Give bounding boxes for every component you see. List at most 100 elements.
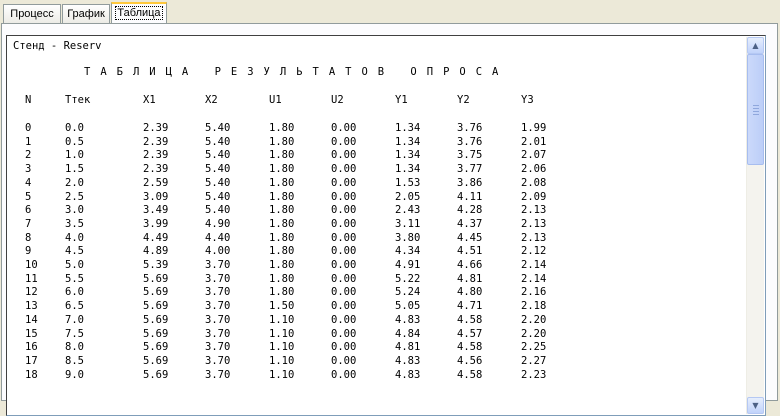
table-row: 3 1.5 2.39 5.40 1.80 0.00 1.34 3.77 2.06 xyxy=(13,162,713,176)
table-cell: 4 xyxy=(25,176,32,189)
table-cell: 5.0 xyxy=(65,259,84,271)
table-cell: 3.86 xyxy=(457,176,483,189)
table-cell: 1.34 xyxy=(395,135,421,148)
table-cell: 5.40 xyxy=(205,149,231,162)
table-cell: 0.00 xyxy=(331,354,357,367)
table-cell: 4.11 xyxy=(457,190,483,203)
table-cell: 1.5 xyxy=(65,163,84,176)
column-header: U1 xyxy=(269,94,282,106)
table-cell: 4.34 xyxy=(395,245,421,258)
table-cell: 2.13 xyxy=(521,204,547,217)
table-cell: 4.84 xyxy=(395,327,421,340)
table-cell: 2.09 xyxy=(521,190,547,203)
table-cell: 4.49 xyxy=(143,231,169,244)
table-cell: 0.00 xyxy=(331,217,357,230)
scroll-down-button[interactable]: ▼ xyxy=(747,397,764,414)
table-cell: 0.00 xyxy=(331,341,357,354)
table-cell: 2.25 xyxy=(521,341,547,354)
table-cell: 0 xyxy=(25,122,32,134)
table-cell: 4.83 xyxy=(395,354,421,367)
table-row: 18 9.0 5.69 3.70 1.10 0.00 4.83 4.58 2.23 xyxy=(13,368,713,382)
table-cell: 1.99 xyxy=(521,122,547,134)
table-cell: 2.12 xyxy=(521,245,547,258)
table-cell: 3.70 xyxy=(205,272,231,285)
table-cell: 9.0 xyxy=(65,368,84,381)
table-cell: 4.51 xyxy=(457,245,483,258)
table-cell: 4.28 xyxy=(457,204,483,217)
table-cell: 5.40 xyxy=(205,135,231,148)
table-row: 9 4.5 4.89 4.00 1.80 0.00 4.34 4.51 2.12 xyxy=(13,244,713,258)
table-cell: 1.80 xyxy=(269,217,295,230)
table-cell: 5.40 xyxy=(205,176,231,189)
table-cell: 1.34 xyxy=(395,163,421,176)
table-cell: 0.00 xyxy=(331,286,357,299)
table-cell: 4.37 xyxy=(457,217,483,230)
table-cell: 0.00 xyxy=(331,327,357,340)
table-cell: 4.81 xyxy=(457,272,483,285)
tab-panel: Стенд - Reserv ТАБЛИЦА РЕЗУЛЬТАТОВ ОПРОС… xyxy=(1,23,778,416)
table-cell: 2.05 xyxy=(395,190,421,203)
table-cell: 12 xyxy=(25,286,38,299)
table-cell: 1.80 xyxy=(269,163,295,176)
table-cell: 4.90 xyxy=(205,217,231,230)
table-cell: 0.00 xyxy=(331,122,357,134)
table-cell: 2.07 xyxy=(521,149,547,162)
stand-header: Стенд - Reserv xyxy=(13,40,102,52)
table-cell: 2.16 xyxy=(521,286,547,299)
tab-graph[interactable]: График xyxy=(62,4,110,23)
table-cell: 5.69 xyxy=(143,300,169,313)
vertical-scrollbar[interactable]: ▲ ▼ xyxy=(746,37,764,414)
table-cell: 2.20 xyxy=(521,327,547,340)
table-cell: 5.22 xyxy=(395,272,421,285)
scroll-thumb[interactable] xyxy=(747,54,764,165)
table-cell: 0.00 xyxy=(331,300,357,313)
table-cell: 4.56 xyxy=(457,354,483,367)
scroll-up-button[interactable]: ▲ xyxy=(747,37,764,54)
table-cell: 4.00 xyxy=(205,245,231,258)
table-cell: 0.00 xyxy=(331,245,357,258)
table-cell: 0.00 xyxy=(331,313,357,326)
table-cell: 4.58 xyxy=(457,341,483,354)
table-cell: 1.80 xyxy=(269,135,295,148)
tab-table[interactable]: Таблица xyxy=(111,2,167,23)
grip-line xyxy=(753,111,759,112)
table-cell: 17 xyxy=(25,354,38,367)
table-cell: 2.13 xyxy=(521,231,547,244)
table-row: 2 1.0 2.39 5.40 1.80 0.00 1.34 3.75 2.07 xyxy=(13,148,713,162)
table-cell: 5.5 xyxy=(65,272,84,285)
table-row: 8 4.0 4.49 4.40 1.80 0.00 3.80 4.45 2.13 xyxy=(13,231,713,245)
table-cell: 1.80 xyxy=(269,176,295,189)
table-row: 17 8.5 5.69 3.70 1.10 0.00 4.83 4.56 2.27 xyxy=(13,354,713,368)
table-cell: 1.10 xyxy=(269,341,295,354)
table-cell: 2.43 xyxy=(395,204,421,217)
results-memo[interactable]: Стенд - Reserv ТАБЛИЦА РЕЗУЛЬТАТОВ ОПРОС… xyxy=(6,35,766,416)
tab-process[interactable]: Процесс xyxy=(3,4,61,23)
table-cell: 5.05 xyxy=(395,300,421,313)
table-cell: 14 xyxy=(25,313,38,326)
table-cell: 3.75 xyxy=(457,149,483,162)
table-cell: 5.69 xyxy=(143,368,169,381)
tab-table-label: Таблица xyxy=(115,6,163,20)
table-cell: 4.5 xyxy=(65,245,84,258)
table-cell: 4.66 xyxy=(457,259,483,271)
table-cell: 2.06 xyxy=(521,163,547,176)
table-row: 15 7.5 5.69 3.70 1.10 0.00 4.84 4.57 2.20 xyxy=(13,327,713,341)
table-cell: 5.69 xyxy=(143,341,169,354)
table-cell: 5.40 xyxy=(205,163,231,176)
table-cell: 5.69 xyxy=(143,313,169,326)
table-cell: 3.80 xyxy=(395,231,421,244)
table-cell: 1.80 xyxy=(269,231,295,244)
table-cell: 3.70 xyxy=(205,327,231,340)
table-cell: 8 xyxy=(25,231,32,244)
grip-line xyxy=(753,108,759,109)
table-cell: 2.01 xyxy=(521,135,547,148)
table-cell: 2.39 xyxy=(143,122,169,134)
table-cell: 3.49 xyxy=(143,204,169,217)
table-cell: 6 xyxy=(25,204,32,217)
table-cell: 5.40 xyxy=(205,122,231,134)
table-cell: 4.45 xyxy=(457,231,483,244)
table-cell: 1.0 xyxy=(65,149,84,162)
memo-text: Стенд - Reserv ТАБЛИЦА РЕЗУЛЬТАТОВ ОПРОС… xyxy=(13,36,743,415)
table-cell: 2.39 xyxy=(143,163,169,176)
table-cell: 2.5 xyxy=(65,190,84,203)
